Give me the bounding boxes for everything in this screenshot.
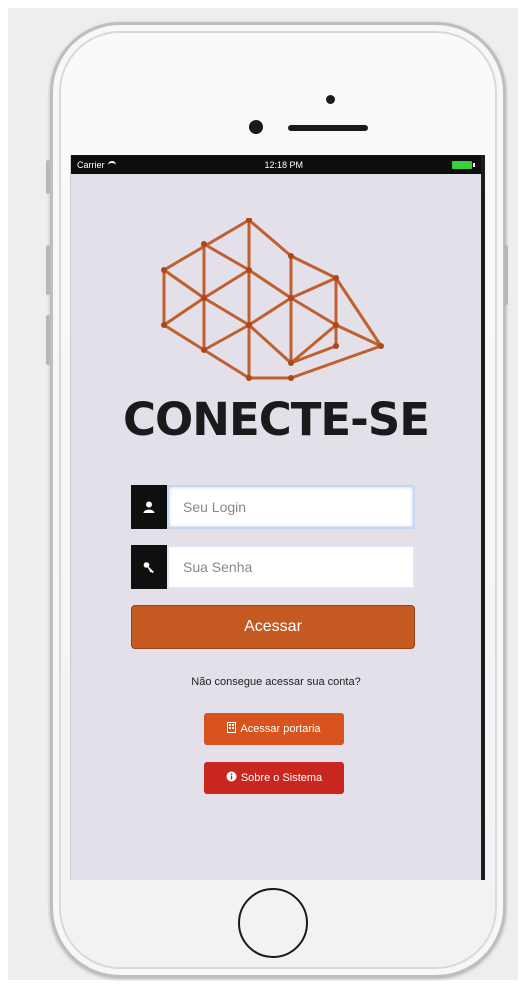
carrier-label: Carrier [77,159,105,170]
earpiece-speaker [288,125,368,131]
password-input[interactable] [167,545,415,589]
volume-up-button [46,245,50,295]
logo-graphic [159,217,389,388]
home-button[interactable] [238,888,308,958]
battery-icon [451,160,475,169]
logo-icon [161,217,384,381]
front-sensor [326,95,335,104]
power-button [504,245,508,305]
forgot-account-link[interactable]: Não consegue acessar sua conta? [71,676,481,688]
status-time: 12:18 PM [264,159,304,170]
portaria-button-label: Acessar portaria [240,723,321,735]
front-camera [249,120,263,134]
app-screen: Carrier 12:18 PM CONECTE-SE Seu Login Ac… [70,155,485,880]
status-bar: Carrier 12:18 PM [71,155,481,174]
mute-switch [46,160,50,194]
login-input[interactable] [167,485,415,529]
info-icon [226,771,237,785]
wifi-icon [107,161,116,168]
password-field [131,545,415,589]
status-carrier-group: Carrier [77,160,116,170]
user-icon [131,485,167,529]
login-submit-button[interactable]: Acessar [131,605,415,649]
login-field [131,485,415,529]
brand-title: CONECTE-SE [123,393,430,446]
about-system-button[interactable]: Sobre o Sistema [204,762,344,794]
portaria-button[interactable]: Acessar portaria [204,713,344,745]
about-system-button-label: Sobre o Sistema [240,772,323,784]
volume-down-button [46,315,50,365]
key-icon [131,545,167,589]
building-icon [227,722,237,736]
